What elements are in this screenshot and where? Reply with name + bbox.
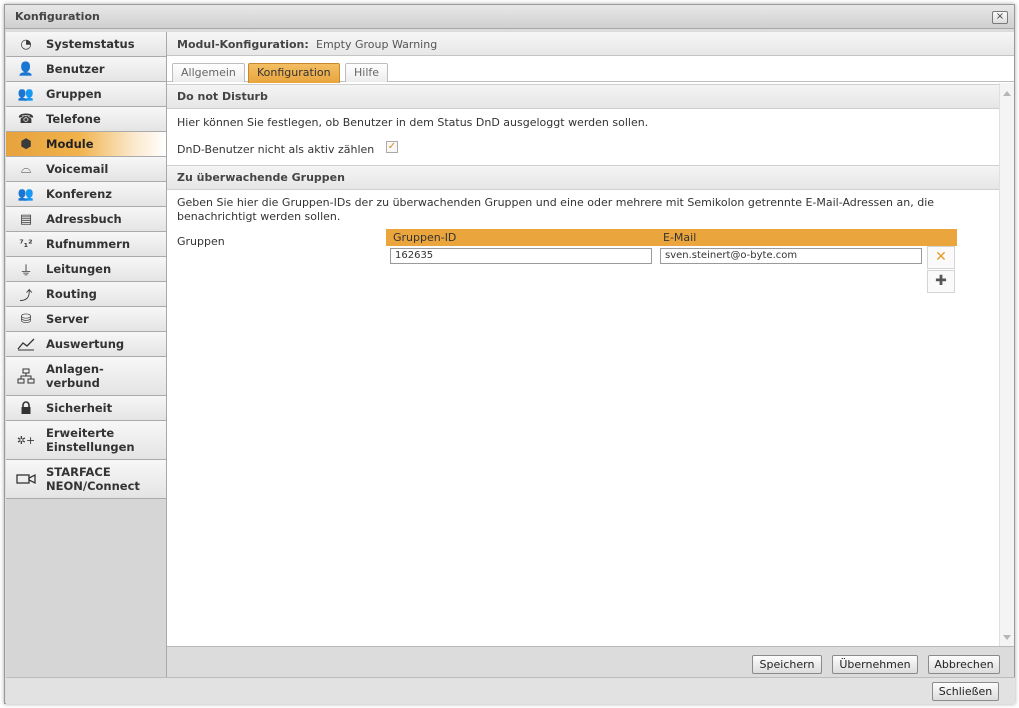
- cube-icon: ⬢: [20, 136, 32, 152]
- main-panel: Modul-Konfiguration: Empty Group Warning…: [167, 32, 1014, 677]
- sidebar-item-label: Adressbuch: [46, 212, 122, 226]
- close-button[interactable]: Schließen: [932, 682, 999, 701]
- dnd-checkbox[interactable]: ✓: [386, 141, 398, 153]
- sidebar-item-label: Auswertung: [46, 337, 125, 351]
- window-bottom-bar: Schließen: [6, 677, 1015, 704]
- sidebar-item-label: Voicemail: [46, 162, 109, 176]
- dnd-description: Hier können Sie festlegen, ob Benutzer i…: [177, 116, 649, 129]
- sidebar-item-konferenz[interactable]: 👥 Konferenz: [6, 182, 166, 207]
- sidebar-item-label: Telefone: [46, 112, 101, 126]
- groups-description: Geben Sie hier die Gruppen-IDs der zu üb…: [177, 196, 935, 223]
- sidebar-item-systemstatus[interactable]: ◔ Systemstatus: [6, 32, 166, 57]
- tab-hilfe[interactable]: Hilfe: [345, 63, 389, 82]
- sidebar-item-erweiterte-einstellungen[interactable]: ✲+ Erweiterte Einstellungen: [6, 421, 166, 460]
- sidebar-item-adressbuch[interactable]: ▤ Adressbuch: [6, 207, 166, 232]
- sidebar-item-label: Gruppen: [46, 87, 102, 101]
- sidebar-item-module[interactable]: ⬢ Module: [6, 132, 166, 157]
- section-heading-groups: Zu überwachende Gruppen: [167, 165, 999, 190]
- configuration-window: Konfiguration × ◔ Systemstatus 👤 Benutze…: [4, 4, 1015, 704]
- phone-icon: ☎: [17, 111, 35, 127]
- sidebar-item-label: Anlagen- verbund: [46, 362, 104, 390]
- sidebar-item-anlagenverbund[interactable]: Anlagen- verbund: [6, 357, 166, 396]
- sidebar: ◔ Systemstatus 👤 Benutzer 👥 Gruppen ☎ Te…: [6, 32, 167, 677]
- window-close-icon[interactable]: ×: [992, 11, 1008, 24]
- cancel-button[interactable]: Abbrechen: [928, 655, 1000, 674]
- vertical-scrollbar[interactable]: [999, 83, 1014, 646]
- sidebar-item-voicemail[interactable]: ⌓ Voicemail: [6, 157, 166, 182]
- sidebar-item-label: STARFACE NEON/Connect: [46, 465, 140, 493]
- window-title: Konfiguration: [15, 10, 100, 23]
- section-heading-dnd: Do not Disturb: [167, 84, 999, 109]
- column-header-gruppen-id: Gruppen-ID: [393, 231, 457, 244]
- column-header-email: E-Mail: [663, 231, 697, 244]
- sidebar-item-server[interactable]: ⛁ Server: [6, 307, 166, 332]
- sidebar-item-label: Konferenz: [46, 187, 112, 201]
- sidebar-item-label: Server: [46, 312, 89, 326]
- action-footer: Speichern Übernehmen Abbrechen: [167, 646, 1014, 677]
- sidebar-item-label: Benutzer: [46, 62, 105, 76]
- groups-table-header: Gruppen-ID E-Mail: [386, 229, 957, 246]
- sidebar-item-rufnummern[interactable]: ⁷₁² Rufnummern: [6, 232, 166, 257]
- module-header: Modul-Konfiguration: Empty Group Warning: [167, 32, 1014, 56]
- plug-icon: ⏚: [19, 263, 33, 279]
- lock-icon: [16, 400, 36, 416]
- pie-chart-icon: ◔: [20, 36, 32, 52]
- numbers-icon: ⁷₁²: [19, 238, 33, 250]
- tab-allgemein[interactable]: Allgemein: [172, 63, 245, 82]
- dnd-checkbox-label: DnD-Benutzer nicht als aktiv zählen: [177, 143, 375, 156]
- sidebar-item-label: Systemstatus: [46, 37, 135, 51]
- sidebar-item-auswertung[interactable]: Auswertung: [6, 332, 166, 357]
- sidebar-item-routing[interactable]: ⤴ Routing: [6, 282, 166, 307]
- groups-table: Gruppen-ID E-Mail 162635 sven.steinert@o…: [386, 229, 957, 293]
- groups-field-label: Gruppen: [177, 235, 225, 248]
- gears-icon: ✲+: [16, 433, 36, 447]
- sidebar-item-label: Sicherheit: [46, 401, 113, 415]
- add-row-icon[interactable]: ✚: [927, 270, 955, 293]
- sidebar-item-label: Module: [46, 137, 94, 151]
- sidebar-item-sicherheit[interactable]: Sicherheit: [6, 396, 166, 421]
- scroll-up-icon[interactable]: [1003, 91, 1011, 96]
- sidebar-item-starface-neon-connect[interactable]: STARFACE NEON/Connect: [6, 460, 166, 499]
- sidebar-item-label: Rufnummern: [46, 237, 131, 251]
- network-icon: [16, 368, 36, 384]
- group-id-input[interactable]: 162635: [390, 248, 652, 264]
- sidebar-item-gruppen[interactable]: 👥 Gruppen: [6, 82, 166, 107]
- delete-row-icon[interactable]: ✕: [927, 246, 955, 269]
- save-button[interactable]: Speichern: [752, 655, 822, 674]
- email-input[interactable]: sven.steinert@o-byte.com: [660, 248, 922, 264]
- config-content: Do not Disturb Hier können Sie festlegen…: [167, 83, 999, 646]
- addressbook-icon: ▤: [19, 211, 33, 227]
- apply-button[interactable]: Übernehmen: [832, 655, 918, 674]
- camera-icon: [16, 471, 36, 487]
- group-icon: 👥: [17, 86, 35, 102]
- server-icon: ⛁: [20, 311, 32, 327]
- sidebar-item-label: Erweiterte Einstellungen: [46, 426, 135, 454]
- sidebar-item-label: Routing: [46, 287, 97, 301]
- user-icon: 👤: [17, 61, 35, 77]
- module-header-key: Modul-Konfiguration:: [177, 38, 309, 51]
- routing-icon: ⤴: [19, 288, 33, 304]
- table-row: 162635 sven.steinert@o-byte.com: [386, 246, 957, 266]
- sidebar-item-label: Leitungen: [46, 262, 112, 276]
- line-chart-icon: [16, 336, 36, 352]
- tab-konfiguration[interactable]: Konfiguration: [248, 63, 340, 83]
- scroll-down-icon[interactable]: [1003, 635, 1011, 640]
- module-header-value: Empty Group Warning: [316, 38, 438, 51]
- voicemail-icon: ⌓: [20, 161, 32, 177]
- window-titlebar: Konfiguration ×: [5, 5, 1014, 29]
- tab-bar: Allgemein Konfiguration Hilfe: [167, 57, 1014, 83]
- sidebar-item-benutzer[interactable]: 👤 Benutzer: [6, 57, 166, 82]
- sidebar-item-leitungen[interactable]: ⏚ Leitungen: [6, 257, 166, 282]
- conference-icon: 👥: [17, 186, 35, 202]
- sidebar-item-telefone[interactable]: ☎ Telefone: [6, 107, 166, 132]
